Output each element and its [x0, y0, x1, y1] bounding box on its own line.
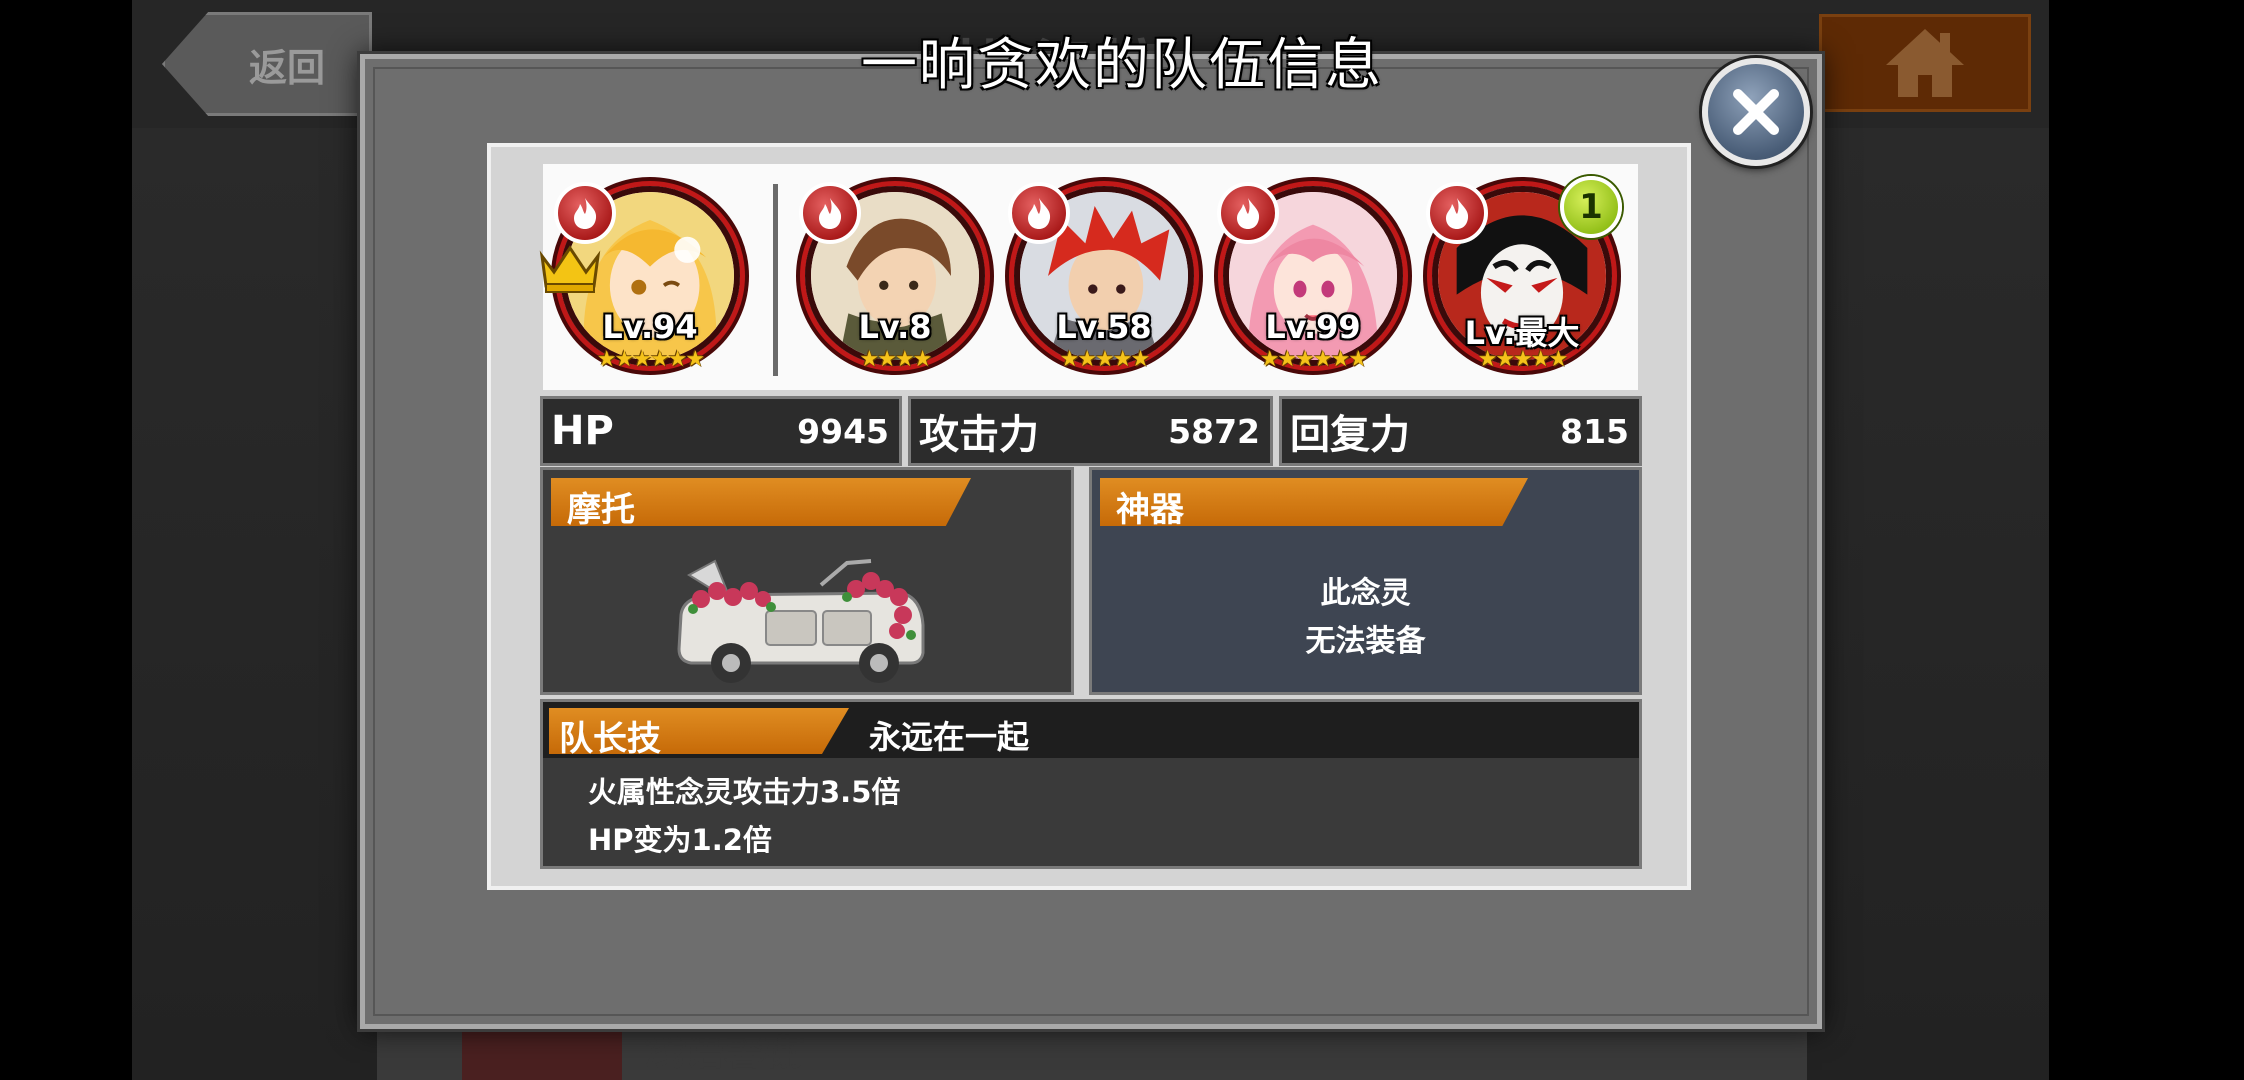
hp-stat: HP 9945 — [540, 396, 902, 466]
attack-value: 5872 — [1168, 411, 1260, 451]
leader-skill-name: 永远在一起 — [869, 718, 1030, 756]
attack-label: 攻击力 — [919, 412, 1039, 458]
member-rarity-stars: ★★★★ — [859, 347, 933, 372]
close-icon — [1733, 89, 1779, 135]
fire-attribute-icon — [819, 198, 842, 229]
team-member-leader[interactable]: Lv.94 ★★★★★★ — [539, 182, 740, 382]
hp-label: HP — [551, 408, 614, 454]
member-rarity-stars: ★★★★★ — [1477, 347, 1569, 372]
team-member[interactable]: Lv.8 ★★★★ — [799, 182, 985, 382]
hp-value: 9945 — [797, 411, 889, 451]
motor-slot[interactable]: 摩托 — [540, 467, 1074, 695]
fire-attribute-badge — [1008, 182, 1070, 244]
leader-skill-desc-line2: HP变为1.2倍 — [588, 823, 772, 857]
fire-attribute-icon — [1028, 198, 1051, 229]
leader-divider — [773, 184, 778, 376]
artifact-unavailable-message: 此念灵 无法装备 — [1092, 570, 1639, 666]
member-rarity-stars: ★★★★★ — [1059, 347, 1151, 372]
fire-attribute-icon — [574, 198, 597, 229]
artifact-message-line2: 无法装备 — [1305, 624, 1426, 659]
member-rarity-stars: ★★★★★★ — [1259, 347, 1368, 372]
car-icon — [677, 559, 925, 683]
fire-attribute-badge — [1426, 182, 1488, 244]
member-level: Lv.8 — [858, 308, 932, 346]
close-button[interactable] — [1702, 58, 1810, 166]
artifact-slot[interactable]: 神器 此念灵 无法装备 — [1089, 467, 1642, 695]
artifact-header: 神器 — [1100, 478, 1528, 526]
fire-attribute-badge — [554, 182, 616, 244]
dialog-title: 一晌贪欢的队伍信息 — [861, 33, 1383, 98]
recovery-value: 815 — [1560, 411, 1629, 451]
fire-attribute-badge — [799, 182, 861, 244]
team-member-friend[interactable]: 1 Lv.最大 ★★★★★ — [1426, 176, 1622, 382]
attack-stat: 攻击力 5872 — [908, 396, 1273, 466]
crown-icon — [539, 245, 601, 293]
leader-skill-header: 队长技 — [549, 708, 849, 754]
fire-attribute-icon — [1446, 198, 1469, 229]
background-row-thumbnail — [462, 1020, 622, 1080]
recovery-stat: 回复力 815 — [1279, 396, 1642, 466]
artifact-message-line1: 此念灵 — [1320, 576, 1411, 611]
member-rarity-stars: ★★★★★★ — [596, 347, 705, 372]
fire-attribute-icon — [1237, 198, 1260, 229]
member-level: Lv.94 — [602, 308, 698, 346]
fire-attribute-badge — [1217, 182, 1279, 244]
member-level: Lv.99 — [1265, 308, 1361, 346]
plus-level-badge: 1 — [1560, 176, 1622, 238]
recovery-label: 回复力 — [1290, 412, 1410, 458]
leader-skill-box: 队长技 永远在一起 火属性念灵攻击力3.5倍 HP变为1.2倍 — [540, 699, 1642, 869]
team-member[interactable]: Lv.99 ★★★★★★ — [1217, 182, 1403, 382]
member-level: Lv.58 — [1056, 308, 1152, 346]
motor-header: 摩托 — [551, 478, 971, 526]
team-member[interactable]: Lv.58 ★★★★★ — [1008, 182, 1194, 382]
leader-skill-desc-line1: 火属性念灵攻击力3.5倍 — [588, 775, 901, 809]
leader-skill-description: 火属性念灵攻击力3.5倍 HP变为1.2倍 — [588, 768, 900, 864]
